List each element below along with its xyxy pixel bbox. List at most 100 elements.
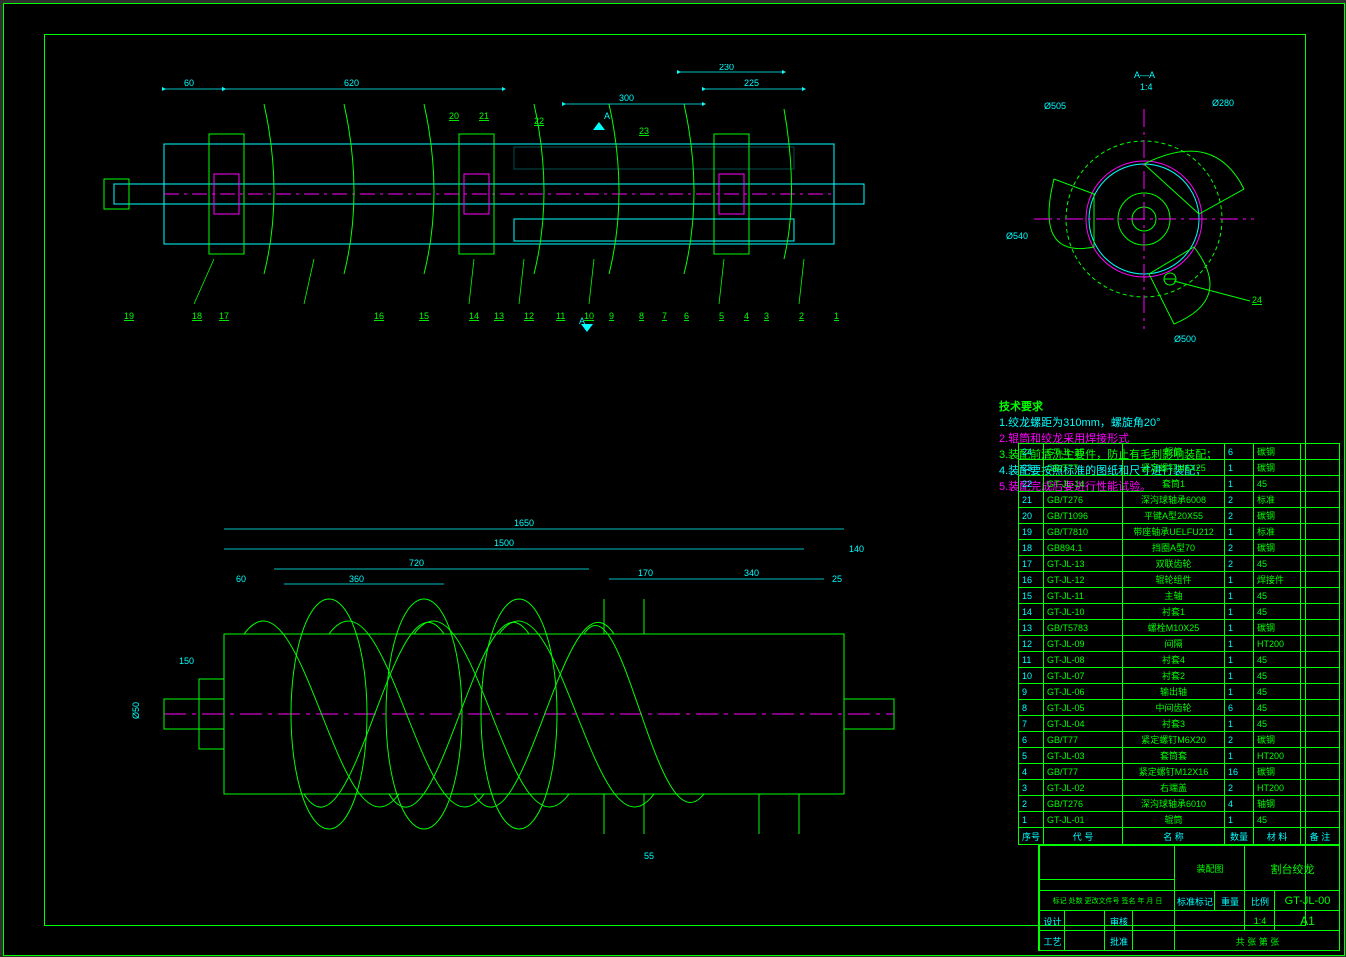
dim-340: 340 [744, 568, 759, 578]
svg-text:16: 16 [374, 311, 384, 321]
bom-row: 7GT-JL-04衬套3145 [1018, 716, 1339, 732]
tb-proc: 工艺 [1039, 931, 1065, 951]
bom-row: 21GB/T276深沟球轴承60082标准 [1018, 492, 1339, 508]
bom-row: 18GB894.1挡圈A型702碳钢 [1018, 540, 1339, 556]
dim-620: 620 [344, 78, 359, 88]
dim-140: 140 [849, 544, 864, 554]
dim-1650: 1650 [514, 518, 534, 528]
svg-text:1: 1 [834, 311, 839, 321]
svg-text:14: 14 [469, 311, 479, 321]
bom-row: 12GT-JL-09间隔1HT200 [1018, 636, 1339, 652]
tb-weight: 重量 [1214, 891, 1245, 911]
bom-row: 23GB/T77紧定螺钉M6X251碳钢 [1018, 460, 1339, 476]
bom-h-note: 备 注 [1301, 828, 1340, 845]
bom-row: 4GB/T77紧定螺钉M12X1616碳钢 [1018, 764, 1339, 780]
tb-org: 共 张 第 张 [1174, 931, 1340, 951]
tech-title: 技术要求 [999, 399, 1217, 415]
dim-300: 300 [619, 93, 634, 103]
svg-text:19: 19 [124, 311, 134, 321]
svg-text:6: 6 [684, 311, 689, 321]
tb-check: 审核 [1104, 911, 1133, 931]
svg-text:22: 22 [534, 116, 544, 126]
bom-row: 22GT-JL-14套筒1145 [1018, 476, 1339, 492]
dim-360: 360 [349, 574, 364, 584]
svg-text:4: 4 [744, 311, 749, 321]
svg-text:18: 18 [192, 311, 202, 321]
bom-row: 14GT-JL-10衬套1145 [1018, 604, 1339, 620]
bom-row: 10GT-JL-07衬套2145 [1018, 668, 1339, 684]
tb-design: 设计 [1039, 911, 1065, 931]
bom-table: 24GT-JL-15辊筒6碳钢23GB/T77紧定螺钉M6X251碳钢22GT-… [1018, 443, 1340, 845]
title-block: 装配图 割台绞龙 标记 处数 更改文件号 签名 年 月 日 标准标记 重量 比例… [1038, 844, 1340, 951]
bom-row: 11GT-JL-08衬套4145 [1018, 652, 1339, 668]
dim-phi500: Ø500 [1174, 334, 1196, 344]
svg-text:20: 20 [449, 111, 459, 121]
tb-scale-lbl: 比例 [1244, 891, 1275, 911]
bom-row: 20GB/T1096平键A型20X552碳钢 [1018, 508, 1339, 524]
bom-row: 13GB/T5783螺栓M10X251碳钢 [1018, 620, 1339, 636]
bom-row: 5GT-JL-03套筒套1HT200 [1018, 748, 1339, 764]
bom-row: 1GT-JL-01辊筒145 [1018, 812, 1339, 828]
bom-row: 8GT-JL-05中间齿轮645 [1018, 700, 1339, 716]
bom-row: 9GT-JL-06输出轴145 [1018, 684, 1339, 700]
bom-row: 17GT-JL-13双联齿轮245 [1018, 556, 1339, 572]
end-view-svg: A—A 1:4 24 Ø505 Ø280 Ø540 Ø500 [994, 64, 1294, 364]
bom-row: 24GT-JL-15辊筒6碳钢 [1018, 444, 1339, 460]
tech-line-1: 1.绞龙螺距为310mm，螺旋角20° [999, 415, 1217, 431]
svg-text:24: 24 [1252, 295, 1262, 305]
dim-60b: 60 [236, 574, 246, 584]
tb-drawing-type: 装配图 [1174, 846, 1245, 891]
bom-h-name: 名 称 [1123, 828, 1225, 845]
front-view-svg: 1650 1500 720 360 170 340 140 25 60 55 1… [104, 504, 924, 884]
bom-h-code: 代 号 [1044, 828, 1123, 845]
dim-225: 225 [744, 78, 759, 88]
tb-remark: 标记 处数 更改文件号 签名 年 月 日 [1039, 891, 1175, 911]
svg-text:3: 3 [764, 311, 769, 321]
tb-approve: 批准 [1104, 931, 1133, 951]
bom-row: 6GB/T77紧定螺钉M6X202碳钢 [1018, 732, 1339, 748]
svg-text:A: A [604, 111, 610, 121]
svg-text:2: 2 [799, 311, 804, 321]
dim-phi505: Ø505 [1044, 101, 1066, 111]
svg-text:7: 7 [662, 311, 667, 321]
dim-dia50: Ø50 [131, 702, 141, 719]
view-label-A: A—A [1134, 70, 1155, 80]
svg-text:12: 12 [524, 311, 534, 321]
callout-labels: 1918 1716 1514 1312 1110 98 76 54 32 1 2… [124, 111, 839, 321]
bom-row: 15GT-JL-11主轴145 [1018, 588, 1339, 604]
svg-text:11: 11 [556, 311, 565, 321]
bom-row: 16GT-JL-12辊轮组件1焊接件 [1018, 572, 1339, 588]
drawing-canvas: 60 620 300 230 225 1918 1716 1514 1312 1… [3, 3, 1345, 956]
tb-number: GT-JL-00 [1274, 891, 1340, 911]
dim-25: 25 [832, 574, 842, 584]
dim-720: 720 [409, 558, 424, 568]
section-view-svg: 60 620 300 230 225 1918 1716 1514 1312 1… [64, 64, 904, 344]
bom-h-qty: 数量 [1225, 828, 1254, 845]
view-ratio: 1:4 [1140, 82, 1153, 92]
tb-sheet: A1 [1274, 911, 1340, 931]
bom-row: 19GB/T7810带座轴承UELFU2121标准 [1018, 524, 1339, 540]
tb-scale: 1:4 [1244, 911, 1275, 931]
dim-55: 55 [644, 851, 654, 861]
svg-text:9: 9 [609, 311, 614, 321]
dim-1500: 1500 [494, 538, 514, 548]
bom-h-mat: 材 料 [1254, 828, 1301, 845]
svg-text:5: 5 [719, 311, 724, 321]
dim-phi540: Ø540 [1006, 231, 1028, 241]
svg-text:13: 13 [494, 311, 504, 321]
dim-150: 150 [179, 656, 194, 666]
svg-text:8: 8 [639, 311, 644, 321]
dim-60: 60 [184, 78, 194, 88]
svg-text:23: 23 [639, 126, 649, 136]
bom-row: 2GB/T276深沟球轴承60104轴钢 [1018, 796, 1339, 812]
tb-stdmark: 标准标记 [1174, 891, 1215, 911]
tb-title: 割台绞龙 [1244, 846, 1340, 891]
bom-row: 3GT-JL-02右端盖2HT200 [1018, 780, 1339, 796]
dim-170: 170 [638, 568, 653, 578]
dim-phi280: Ø280 [1212, 98, 1234, 108]
dim-230: 230 [719, 64, 734, 72]
svg-text:17: 17 [219, 311, 229, 321]
svg-text:21: 21 [479, 111, 489, 121]
bom-h-no: 序号 [1018, 828, 1043, 845]
svg-text:15: 15 [419, 311, 429, 321]
